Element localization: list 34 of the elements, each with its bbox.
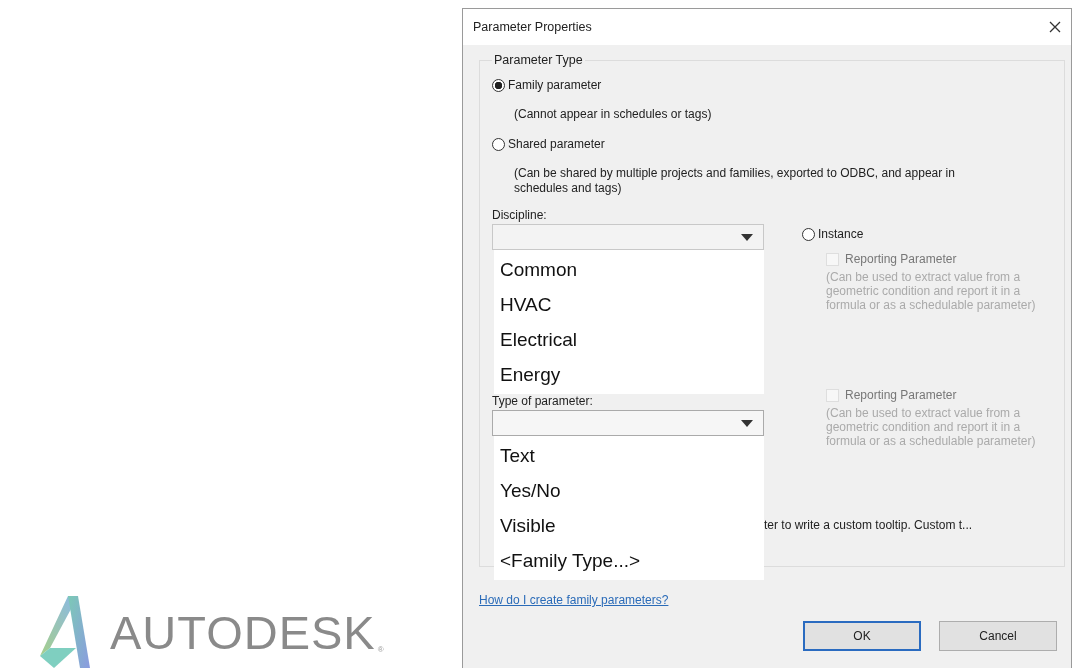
radio-button[interactable] (802, 227, 815, 241)
cancel-button[interactable]: Cancel (939, 621, 1057, 651)
window-title: Parameter Properties (473, 20, 592, 34)
logo-icon (40, 596, 90, 668)
caret-icon (741, 419, 753, 427)
close-icon[interactable] (1049, 21, 1061, 33)
radio-label[interactable]: Family parameter (508, 78, 602, 92)
list-item[interactable]: Energy (494, 357, 764, 392)
radio-label[interactable]: Shared parameter (508, 137, 605, 151)
description-text: ter to write a custom tooltip. Custom t... (764, 518, 974, 532)
list-item[interactable]: Yes/No (494, 473, 764, 508)
list-item[interactable]: Visible (494, 508, 764, 543)
list-item[interactable]: Electrical (494, 322, 764, 357)
note-text: (Can be used to extract value from a geometric condition and report it in a formula or as a schedulable parameter) (826, 406, 1037, 448)
ok-button[interactable]: OK (803, 621, 921, 651)
dropdown-field[interactable] (492, 224, 764, 250)
field-label: Discipline: (492, 208, 548, 224)
field-label: Type of parameter: (492, 394, 594, 410)
note-text: (Can be used to extract value from a geometric condition and report it in a formula or as a schedulable parameter) (826, 270, 1037, 312)
help-link[interactable]: How do I create family parameters? (479, 593, 669, 607)
group-label: Parameter Type (493, 53, 584, 67)
list-item[interactable]: Text (494, 438, 764, 473)
list-item[interactable]: HVAC (494, 287, 764, 322)
dropdown-field[interactable] (492, 410, 764, 436)
caret-icon (741, 233, 753, 241)
logo-wordmark: AUTODESK (110, 609, 376, 656)
registered-mark: ® (377, 645, 384, 654)
list-item[interactable]: <Family Type...> (494, 543, 764, 578)
radio-label[interactable]: Instance (818, 227, 864, 241)
radio-button[interactable] (492, 78, 505, 92)
note-text: (Can be shared by multiple projects and families, exported to ODBC, and appear in schedules and tags) (514, 166, 956, 196)
list-item[interactable]: Common (494, 252, 764, 287)
note-text: (Cannot appear in schedules or tags) (514, 107, 713, 122)
radio-button[interactable] (492, 137, 505, 151)
